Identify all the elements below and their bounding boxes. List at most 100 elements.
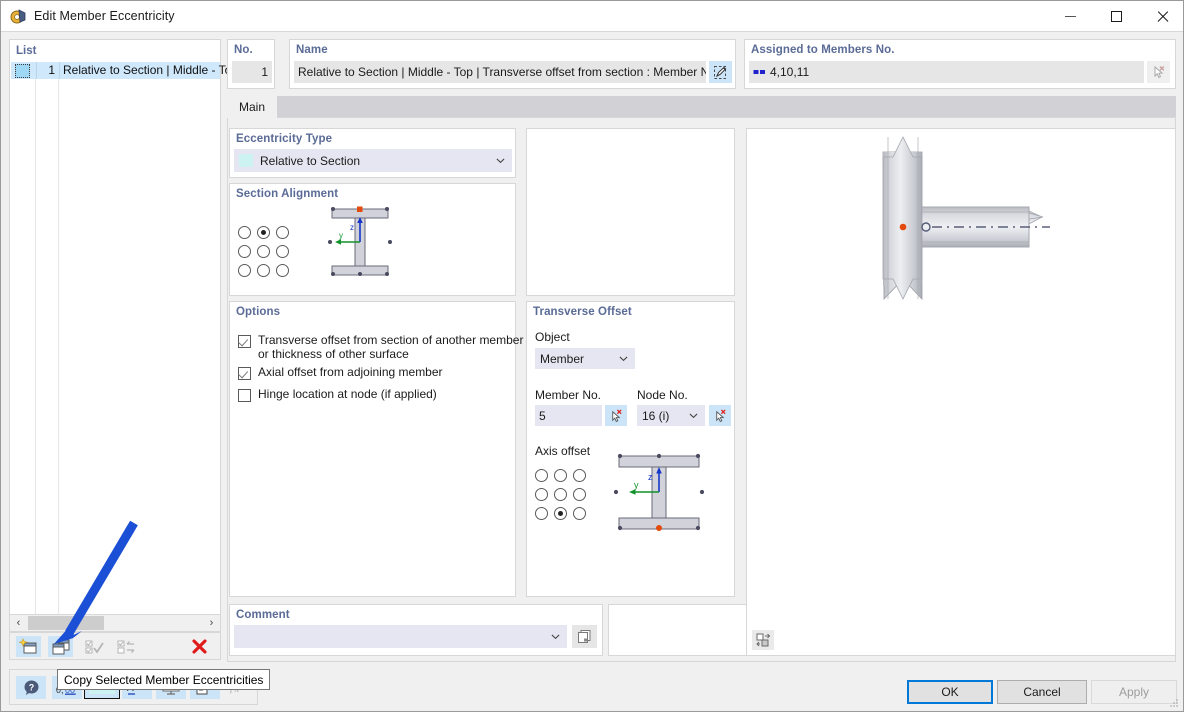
list-panel: List 1 Relative to Section | Middle - To — [9, 39, 231, 627]
invert-selection-button[interactable] — [114, 636, 139, 657]
svg-text:z: z — [350, 223, 354, 232]
svg-text:?: ? — [28, 682, 34, 692]
minimize-icon — [1064, 15, 1076, 17]
list-item[interactable]: 1 Relative to Section | Middle - To — [11, 62, 231, 79]
align-radio-2-1[interactable] — [257, 264, 270, 277]
align-radio-1-2[interactable] — [276, 245, 289, 258]
comment-group: Comment — [229, 604, 603, 656]
pick-cursor-icon — [612, 408, 622, 422]
align-radio-0-0[interactable] — [238, 226, 251, 239]
tab-strip: Main — [227, 96, 1176, 118]
list-header-label: List — [16, 45, 37, 57]
axis-radio-1-1[interactable] — [554, 488, 567, 501]
scroll-right-icon[interactable]: › — [203, 615, 220, 631]
name-group: Name Relative to Section | Middle - Top … — [289, 39, 736, 89]
align-radio-0-2[interactable] — [276, 226, 289, 239]
select-all-button[interactable] — [82, 636, 107, 657]
chevron-down-icon — [619, 356, 628, 361]
eccentricity-type-combo[interactable]: Relative to Section — [234, 149, 512, 172]
assigned-members-pick-button[interactable] — [1147, 61, 1170, 83]
member-pick-button[interactable] — [605, 405, 627, 426]
new-member-eccentricity-button[interactable] — [16, 636, 41, 657]
option-hinge-location-checkbox[interactable] — [238, 389, 251, 402]
object-combo[interactable]: Member — [535, 348, 635, 369]
render-settings-button[interactable] — [752, 630, 774, 650]
number-label: No. — [234, 44, 253, 56]
axis-radio-2-0[interactable] — [535, 507, 548, 520]
section-alignment-diagram: z y — [328, 206, 392, 276]
number-field[interactable]: 1 — [232, 61, 272, 83]
node-pick-button[interactable] — [709, 405, 731, 426]
new-icon — [19, 638, 37, 654]
resize-grip-icon[interactable] — [1169, 698, 1179, 708]
window-title: Edit Member Eccentricity — [34, 9, 175, 23]
red-x-icon — [191, 639, 207, 654]
number-group: No. 1 — [227, 39, 275, 89]
preview-render — [882, 136, 1050, 301]
comment-combo[interactable] — [234, 625, 567, 648]
section-alignment-label: Section Alignment — [236, 188, 339, 200]
delete-button[interactable] — [186, 636, 212, 657]
edit-member-eccentricity-dialog: Edit Member Eccentricity List 1 Relative… — [0, 0, 1184, 712]
axis-radio-2-2[interactable] — [573, 507, 586, 520]
row-divider-1 — [36, 62, 37, 79]
invert-selection-icon — [117, 640, 135, 653]
option-transverse-offset-checkbox[interactable] — [238, 335, 251, 348]
axis-radio-2-1[interactable] — [554, 507, 567, 520]
transverse-offset-group: Transverse Offset Object Member Member N… — [526, 301, 735, 597]
eccentricity-type-group: Eccentricity Type Relative to Section — [229, 128, 516, 178]
svg-text:y: y — [339, 231, 343, 240]
assigned-members-field[interactable]: 4,10,11 — [749, 61, 1144, 83]
copy-comment-icon — [578, 630, 591, 643]
tab-main[interactable]: Main — [227, 96, 277, 118]
align-radio-0-1[interactable] — [257, 226, 270, 239]
assigned-members-value: 4,10,11 — [770, 65, 810, 79]
cancel-button[interactable]: Cancel — [997, 680, 1087, 704]
close-button[interactable] — [1139, 1, 1184, 31]
help-button[interactable]: ? — [16, 676, 46, 699]
align-radio-2-0[interactable] — [238, 264, 251, 277]
node-no-value: 16 (i) — [642, 408, 670, 423]
align-radio-1-1[interactable] — [257, 245, 270, 258]
option-axial-offset-checkbox[interactable] — [238, 367, 251, 380]
name-field[interactable]: Relative to Section | Middle - Top | Tra… — [294, 61, 706, 83]
minimize-button[interactable] — [1047, 1, 1093, 31]
close-icon — [1156, 10, 1169, 23]
copy-selected-member-eccentricities-button[interactable] — [48, 636, 73, 657]
eccentricity-type-value: Relative to Section — [260, 153, 361, 168]
member-no-field[interactable]: 5 — [535, 405, 602, 426]
chevron-down-icon — [496, 158, 505, 163]
eccentricity-type-swatch — [239, 154, 253, 167]
scroll-left-icon[interactable]: ‹ — [10, 615, 27, 631]
align-radio-2-2[interactable] — [276, 264, 289, 277]
member-no-label: Member No. — [535, 388, 602, 402]
edit-pencil-icon — [714, 65, 727, 79]
preview-panel[interactable] — [746, 128, 1176, 656]
list-row-selector[interactable] — [15, 63, 30, 78]
option-transverse-offset-label: Transverse offset from section of anothe… — [258, 333, 524, 361]
name-edit-button[interactable] — [709, 61, 732, 83]
maximize-button[interactable] — [1093, 1, 1139, 31]
node-no-combo[interactable]: 16 (i) — [637, 405, 705, 426]
comment-copy-button[interactable] — [572, 625, 597, 648]
axis-offset-radio-grid — [535, 469, 587, 521]
member-bars-icon — [753, 70, 765, 74]
assigned-members-group: Assigned to Members No. 4,10,11 — [744, 39, 1176, 89]
axis-radio-1-2[interactable] — [573, 488, 586, 501]
ok-button[interactable]: OK — [907, 680, 993, 704]
object-label: Object — [535, 330, 570, 344]
axis-radio-1-0[interactable] — [535, 488, 548, 501]
scrollbar-thumb[interactable] — [28, 616, 104, 630]
axis-radio-0-1[interactable] — [554, 469, 567, 482]
assigned-members-label: Assigned to Members No. — [751, 44, 895, 56]
title-bar: Edit Member Eccentricity — [1, 1, 1183, 32]
list-horizontal-scrollbar[interactable]: ‹ › — [9, 614, 221, 632]
align-radio-1-0[interactable] — [238, 245, 251, 258]
copy-icon — [52, 639, 70, 655]
axis-radio-0-0[interactable] — [535, 469, 548, 482]
axis-radio-0-2[interactable] — [573, 469, 586, 482]
axis-offset-label: Axis offset — [535, 444, 591, 458]
list-column-divider-2 — [58, 62, 59, 627]
node-no-label: Node No. — [637, 388, 688, 402]
eccentricity-type-label: Eccentricity Type — [236, 133, 333, 145]
